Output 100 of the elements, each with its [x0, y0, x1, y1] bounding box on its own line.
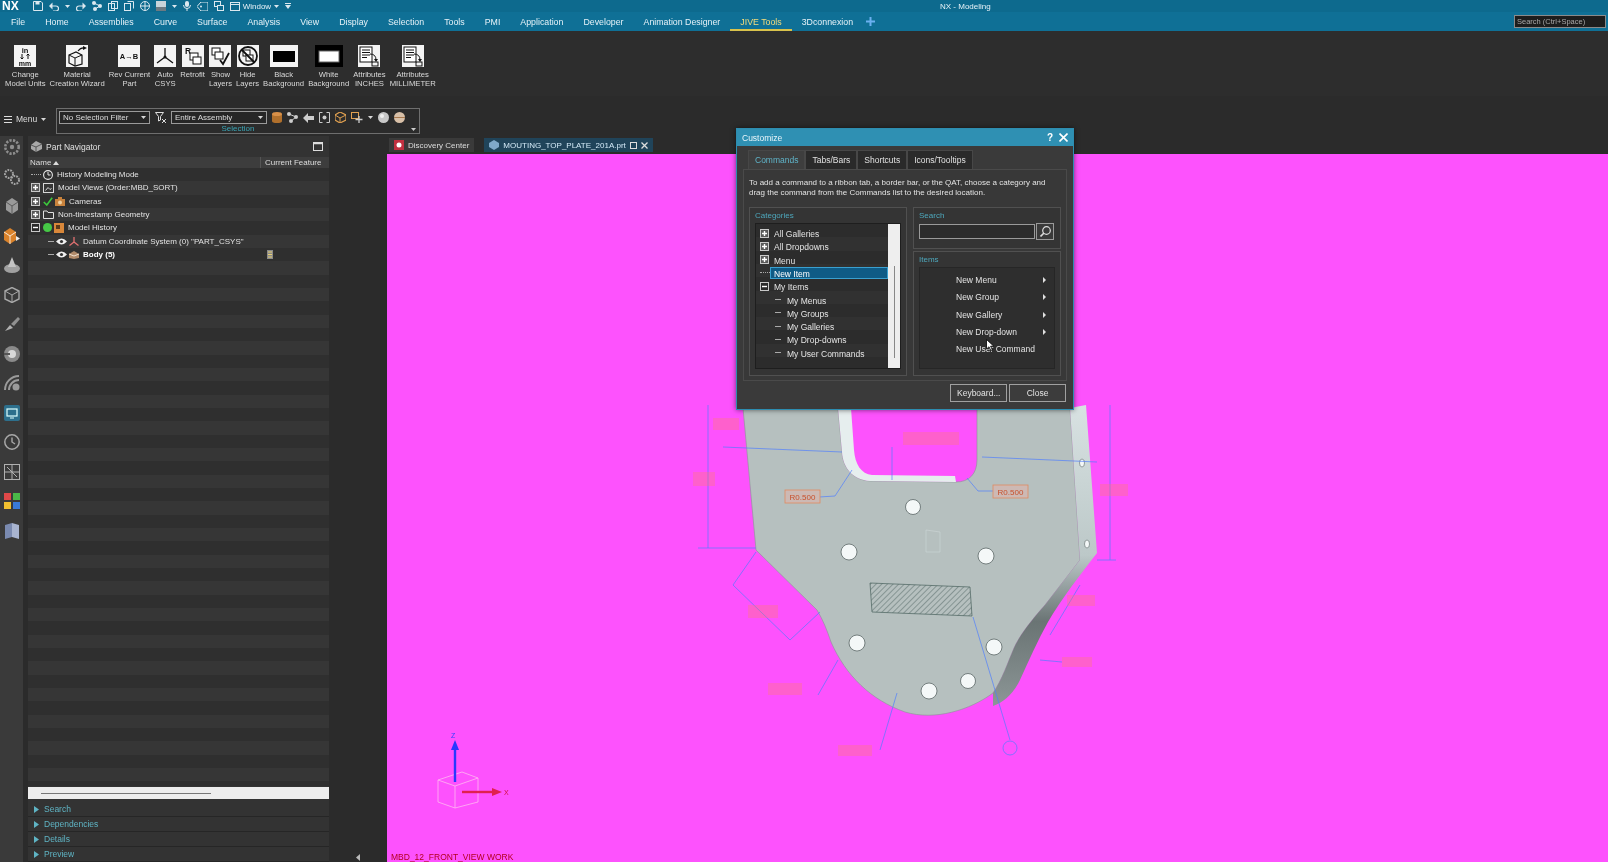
help-button[interactable]: ? — [1046, 132, 1053, 143]
tree-item[interactable]: Body (5) — [81, 250, 115, 260]
redo-icon[interactable] — [75, 1, 86, 11]
eye-icon[interactable] — [56, 237, 67, 245]
menu-tab[interactable]: Assemblies — [78, 12, 144, 31]
menu-tab[interactable]: Display — [329, 12, 378, 31]
pages-icon[interactable] — [107, 1, 118, 11]
menu-tab[interactable]: Home — [35, 12, 79, 31]
dialog-button[interactable]: Close — [1009, 384, 1066, 402]
block-icon[interactable] — [155, 1, 166, 11]
menu-tab[interactable]: View — [290, 12, 330, 31]
grid-icon[interactable] — [3, 463, 20, 480]
maximize-icon[interactable] — [313, 142, 323, 151]
column-header[interactable]: Current Feature — [261, 157, 326, 168]
tree-item[interactable]: My Groups — [783, 306, 888, 319]
pages-icon[interactable] — [123, 1, 134, 11]
menu-tab[interactable]: File — [0, 12, 36, 31]
cube-icon[interactable] — [335, 112, 346, 123]
scope-dropdown[interactable]: Entire Assembly — [171, 111, 267, 124]
document-tab[interactable]: Discovery Center — [389, 138, 475, 152]
eye-icon[interactable] — [56, 251, 67, 259]
menu-tab[interactable]: Selection — [377, 12, 435, 31]
command-item[interactable]: New Menu — [920, 271, 1054, 289]
dialog-tab[interactable]: Commands — [748, 150, 806, 169]
menu-tab[interactable]: Developer — [573, 12, 634, 31]
tree-item[interactable]: My Galleries — [783, 320, 888, 333]
expander-icon[interactable] — [31, 196, 40, 206]
tree-item[interactable]: All Dropdowns — [770, 240, 888, 253]
tree-item[interactable]: Non-timestamp Geometry — [56, 210, 150, 220]
dialog-tab[interactable]: Icons/Tooltips — [907, 150, 973, 169]
undo-icon[interactable] — [48, 1, 59, 11]
menu-button[interactable]: Menu — [4, 114, 52, 124]
tree-item[interactable]: All Galleries — [770, 227, 888, 240]
box-icon[interactable] — [3, 286, 20, 303]
save-icon[interactable] — [32, 1, 43, 11]
more-icon[interactable] — [411, 128, 416, 131]
menu-tab[interactable]: Tools — [434, 12, 475, 31]
tree-item[interactable]: Menu — [770, 253, 888, 266]
signal-icon[interactable] — [3, 375, 20, 391]
square-plus-icon[interactable] — [351, 112, 363, 123]
window-menu[interactable]: Window — [229, 0, 280, 12]
layers-check-icon[interactable] — [209, 45, 232, 67]
menu-tab[interactable]: 3Dconnexion — [791, 12, 864, 31]
gear-icon[interactable] — [3, 139, 20, 155]
command-item[interactable]: New Gallery — [920, 306, 1054, 324]
tree-item[interactable]: Cameras — [67, 196, 102, 206]
tree-item[interactable]: Datum Coordinate System (0) "PART_CSYS" — [81, 236, 244, 246]
outlined-rectangle-icon[interactable] — [314, 45, 343, 67]
command-item[interactable]: New User Command — [920, 340, 1054, 358]
tree-item[interactable]: History Modeling Mode — [55, 170, 139, 180]
tree-item[interactable]: My Menus — [783, 293, 888, 306]
tree-item[interactable]: My User Commands — [783, 346, 888, 359]
nodes-icon[interactable] — [91, 1, 102, 11]
panel-section[interactable]: Search — [28, 802, 329, 817]
restore-icon[interactable] — [629, 141, 637, 149]
dialog-tab[interactable]: Shortcuts — [857, 150, 908, 169]
tree-item[interactable]: Model Views (Order:MBD_SORT) — [56, 183, 178, 193]
menu-tab[interactable]: Application — [510, 12, 574, 31]
menu-tab[interactable]: Surface — [187, 12, 238, 31]
filter-icon[interactable] — [155, 112, 166, 123]
menu-tab[interactable]: Curve — [143, 12, 188, 31]
tree-item[interactable]: My Drop-downs — [783, 333, 888, 346]
dialog-button[interactable]: Keyboard... — [950, 384, 1007, 402]
panel-section[interactable]: Details — [28, 832, 329, 847]
expander-icon[interactable] — [31, 183, 40, 193]
crosshair-icon[interactable] — [139, 1, 150, 11]
vertical-scrollbar[interactable] — [888, 224, 900, 368]
panel-section[interactable]: Dependencies — [28, 817, 329, 832]
cone-icon[interactable] — [3, 257, 20, 273]
disc-icon[interactable] — [3, 345, 20, 362]
menu-tab[interactable]: Animation Designer — [633, 12, 731, 31]
expander-icon[interactable] — [760, 228, 769, 238]
search-input[interactable] — [919, 224, 1035, 240]
command-item[interactable]: New Drop-down — [920, 323, 1054, 341]
expander-icon[interactable] — [760, 281, 769, 291]
part-icon[interactable] — [3, 198, 20, 214]
brush-icon[interactable] — [3, 316, 20, 332]
collapse-arrow-icon[interactable] — [356, 854, 360, 861]
arrow-icon[interactable] — [303, 112, 314, 123]
nodes-icon[interactable] — [287, 112, 298, 123]
layers-forbidden-icon[interactable] — [236, 45, 259, 67]
document-tab[interactable]: MOUTING_TOP_PLATE_201A.prt — [484, 138, 653, 152]
windows-icon[interactable] — [213, 1, 224, 11]
tree-item[interactable]: Model History — [66, 223, 117, 233]
horizontal-scrollbar[interactable] — [28, 787, 329, 799]
box-select-icon[interactable] — [319, 112, 330, 123]
expander-icon[interactable] — [31, 210, 40, 220]
tree-item[interactable]: My Items — [770, 280, 888, 293]
menu-tab[interactable]: PMI — [474, 12, 511, 31]
gears-icon[interactable] — [3, 168, 20, 185]
sphere-icon[interactable] — [394, 112, 405, 123]
cube-icon[interactable] — [3, 227, 20, 244]
tag-icon[interactable] — [196, 1, 208, 11]
dialog-tab[interactable]: Tabs/Bars — [805, 150, 858, 169]
clock-icon[interactable] — [3, 434, 20, 450]
more-icon[interactable] — [285, 3, 292, 9]
book-icon[interactable] — [3, 522, 20, 539]
monitor-icon[interactable] — [3, 404, 20, 421]
expander-icon[interactable] — [31, 223, 40, 233]
palette-icon[interactable] — [3, 493, 20, 509]
